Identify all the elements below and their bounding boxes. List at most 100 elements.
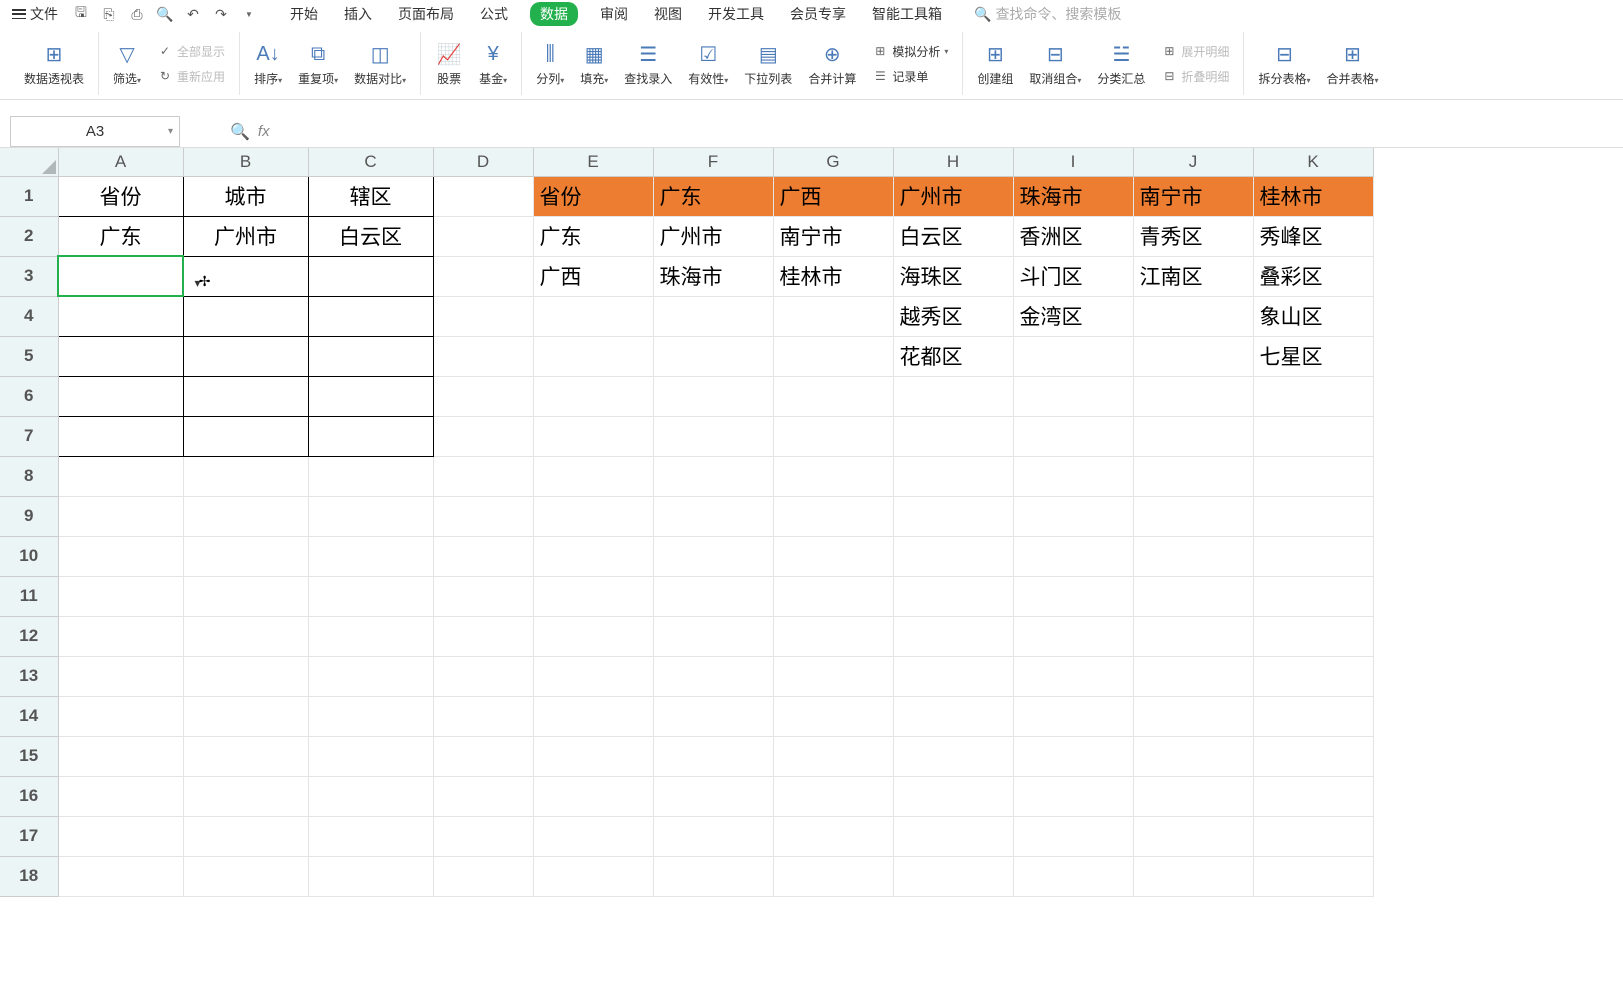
row-header-18[interactable]: 18 — [0, 856, 58, 896]
tab-insert[interactable]: 插入 — [340, 2, 376, 26]
find-entry-button[interactable]: ☰查找录入 — [620, 38, 676, 89]
column-header-B[interactable]: B — [183, 148, 308, 176]
cell-G1[interactable]: 广西 — [773, 176, 893, 216]
show-all-button[interactable]: ✓全部显示 — [153, 41, 229, 62]
cell-H13[interactable] — [893, 656, 1013, 696]
consolidate-button[interactable]: ⊕合并计算 — [804, 38, 860, 89]
cell-H1[interactable]: 广州市 — [893, 176, 1013, 216]
cell-B13[interactable] — [183, 656, 308, 696]
undo-icon[interactable]: ↶ — [184, 5, 202, 23]
cell-K1[interactable]: 桂林市 — [1253, 176, 1373, 216]
cell-D4[interactable] — [433, 296, 533, 336]
cell-E7[interactable] — [533, 416, 653, 456]
cell-J4[interactable] — [1133, 296, 1253, 336]
cell-B1[interactable]: 城市 — [183, 176, 308, 216]
cell-E16[interactable] — [533, 776, 653, 816]
cell-D18[interactable] — [433, 856, 533, 896]
tab-smart-toolbox[interactable]: 智能工具箱 — [868, 2, 946, 26]
row-header-17[interactable]: 17 — [0, 816, 58, 856]
cell-F6[interactable] — [653, 376, 773, 416]
search-fn-icon[interactable]: 🔍 — [230, 122, 250, 142]
collapse-detail-button[interactable]: ⊟折叠明细 — [1157, 66, 1233, 87]
cell-E12[interactable] — [533, 616, 653, 656]
cell-C13[interactable] — [308, 656, 433, 696]
cell-J7[interactable] — [1133, 416, 1253, 456]
cell-G3[interactable]: 桂林市 — [773, 256, 893, 296]
cell-F13[interactable] — [653, 656, 773, 696]
cell-J18[interactable] — [1133, 856, 1253, 896]
row-header-12[interactable]: 12 — [0, 616, 58, 656]
cell-A10[interactable] — [58, 536, 183, 576]
tab-start[interactable]: 开始 — [286, 2, 322, 26]
cell-A8[interactable] — [58, 456, 183, 496]
column-header-A[interactable]: A — [58, 148, 183, 176]
cell-D1[interactable] — [433, 176, 533, 216]
row-header-4[interactable]: 4 — [0, 296, 58, 336]
cell-H14[interactable] — [893, 696, 1013, 736]
cell-F3[interactable]: 珠海市 — [653, 256, 773, 296]
cell-A16[interactable] — [58, 776, 183, 816]
cell-C14[interactable] — [308, 696, 433, 736]
cell-B16[interactable] — [183, 776, 308, 816]
cell-A1[interactable]: 省份 — [58, 176, 183, 216]
cell-C15[interactable] — [308, 736, 433, 776]
cell-G14[interactable] — [773, 696, 893, 736]
row-header-16[interactable]: 16 — [0, 776, 58, 816]
cell-D15[interactable] — [433, 736, 533, 776]
cell-I2[interactable]: 香洲区 — [1013, 216, 1133, 256]
row-header-1[interactable]: 1 — [0, 176, 58, 216]
cell-A6[interactable] — [58, 376, 183, 416]
cell-C11[interactable] — [308, 576, 433, 616]
cell-E2[interactable]: 广东 — [533, 216, 653, 256]
cell-F8[interactable] — [653, 456, 773, 496]
cell-K13[interactable] — [1253, 656, 1373, 696]
cell-J6[interactable] — [1133, 376, 1253, 416]
cell-A5[interactable] — [58, 336, 183, 376]
cell-F11[interactable] — [653, 576, 773, 616]
name-box-dropdown-icon[interactable]: ▾ — [168, 126, 173, 137]
cell-H6[interactable] — [893, 376, 1013, 416]
cell-E8[interactable] — [533, 456, 653, 496]
cell-J15[interactable] — [1133, 736, 1253, 776]
column-header-H[interactable]: H — [893, 148, 1013, 176]
cell-K14[interactable] — [1253, 696, 1373, 736]
cell-A12[interactable] — [58, 616, 183, 656]
cell-K16[interactable] — [1253, 776, 1373, 816]
expand-detail-button[interactable]: ⊞展开明细 — [1157, 41, 1233, 62]
cell-K8[interactable] — [1253, 456, 1373, 496]
cell-E11[interactable] — [533, 576, 653, 616]
cell-A15[interactable] — [58, 736, 183, 776]
cell-A11[interactable] — [58, 576, 183, 616]
tab-view[interactable]: 视图 — [650, 2, 686, 26]
cell-F16[interactable] — [653, 776, 773, 816]
cell-I16[interactable] — [1013, 776, 1133, 816]
row-header-7[interactable]: 7 — [0, 416, 58, 456]
cell-F4[interactable] — [653, 296, 773, 336]
cell-B8[interactable] — [183, 456, 308, 496]
cell-G10[interactable] — [773, 536, 893, 576]
cell-I9[interactable] — [1013, 496, 1133, 536]
cell-C10[interactable] — [308, 536, 433, 576]
cell-G6[interactable] — [773, 376, 893, 416]
cell-B7[interactable] — [183, 416, 308, 456]
cell-G11[interactable] — [773, 576, 893, 616]
redo-icon[interactable]: ↷ — [212, 5, 230, 23]
cell-J11[interactable] — [1133, 576, 1253, 616]
cell-E9[interactable] — [533, 496, 653, 536]
cell-H17[interactable] — [893, 816, 1013, 856]
cell-G12[interactable] — [773, 616, 893, 656]
cell-E18[interactable] — [533, 856, 653, 896]
column-header-F[interactable]: F — [653, 148, 773, 176]
cell-B12[interactable] — [183, 616, 308, 656]
cell-H18[interactable] — [893, 856, 1013, 896]
cell-K7[interactable] — [1253, 416, 1373, 456]
cell-J5[interactable] — [1133, 336, 1253, 376]
row-header-13[interactable]: 13 — [0, 656, 58, 696]
select-all-corner[interactable] — [0, 148, 58, 176]
row-header-10[interactable]: 10 — [0, 536, 58, 576]
cell-F10[interactable] — [653, 536, 773, 576]
cell-C5[interactable] — [308, 336, 433, 376]
save-as-icon[interactable]: ⎘ — [100, 5, 118, 23]
duplicates-button[interactable]: ⧉重复项▾ — [294, 38, 342, 89]
cell-K4[interactable]: 象山区 — [1253, 296, 1373, 336]
